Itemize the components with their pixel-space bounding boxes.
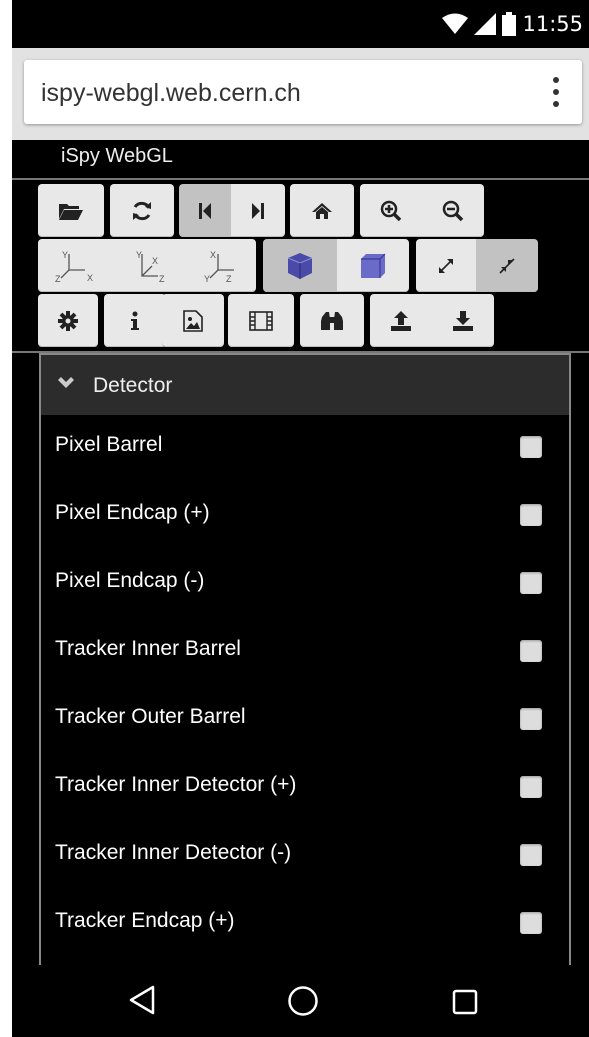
- binoculars-icon: [321, 311, 343, 330]
- detector-item-checkbox[interactable]: [520, 708, 542, 730]
- export-image-button[interactable]: [162, 294, 224, 347]
- perspective-cube-icon: [287, 252, 313, 279]
- toolbar: Y X Z Y X Z X Y Z: [12, 180, 589, 353]
- view-xz-button[interactable]: X Y Z: [184, 239, 256, 292]
- detector-item[interactable]: Tracker Outer Barrel: [41, 687, 569, 755]
- enter-fullscreen-icon: [439, 258, 453, 273]
- detector-item-label: Tracker Inner Detector (+): [55, 773, 297, 796]
- back-icon[interactable]: [128, 985, 156, 1015]
- svg-text:Z: Z: [226, 274, 232, 284]
- detector-item-label: Pixel Barrel: [55, 433, 163, 456]
- system-nav-bar: [12, 965, 589, 1037]
- url-bar[interactable]: ispy-webgl.web.cern.ch: [24, 60, 582, 124]
- chevron-down-icon: [58, 377, 74, 388]
- home-icon: [312, 202, 332, 219]
- detector-item-checkbox[interactable]: [520, 572, 542, 594]
- status-time: 11:55: [522, 12, 583, 36]
- detector-item-checkbox[interactable]: [520, 912, 542, 934]
- detector-item-checkbox[interactable]: [520, 776, 542, 798]
- detector-panel: Detector Pixel Barrel Pixel Endcap (+) P…: [39, 353, 571, 975]
- fullscreen-exit-button[interactable]: [476, 239, 538, 292]
- detector-item-checkbox[interactable]: [520, 436, 542, 458]
- detector-item-checkbox[interactable]: [520, 504, 542, 526]
- view-xz-icon: X Y Z: [204, 250, 234, 284]
- detector-item-checkbox[interactable]: [520, 844, 542, 866]
- upload-icon: [391, 310, 411, 331]
- zoom-in-button[interactable]: [360, 184, 422, 237]
- open-folder-icon: [59, 203, 83, 220]
- home-circle-icon[interactable]: [287, 985, 319, 1017]
- info-icon: [131, 311, 139, 330]
- animation-button[interactable]: [228, 294, 294, 347]
- svg-text:Y: Y: [136, 250, 142, 260]
- zoom-out-button[interactable]: [422, 184, 484, 237]
- svg-text:Y: Y: [204, 274, 210, 284]
- upload-button[interactable]: [370, 294, 432, 347]
- svg-text:X: X: [152, 256, 158, 266]
- image-icon: [183, 309, 203, 332]
- detector-item-label: Pixel Endcap (+): [55, 501, 210, 524]
- zoom-out-icon: [442, 200, 464, 221]
- detector-item-label: Tracker Inner Barrel: [55, 637, 241, 660]
- detector-item[interactable]: Pixel Barrel: [41, 415, 569, 483]
- detector-item[interactable]: Tracker Inner Barrel: [41, 619, 569, 687]
- app-title-bar: iSpy WebGL: [12, 140, 589, 180]
- open-file-button[interactable]: [38, 184, 104, 237]
- browser-toolbar: ispy-webgl.web.cern.ch: [12, 48, 589, 140]
- first-event-icon: [199, 202, 211, 219]
- home-button[interactable]: [290, 184, 354, 237]
- detector-item[interactable]: Tracker Inner Detector (+): [41, 755, 569, 823]
- orthographic-cube-icon: [361, 253, 386, 278]
- detector-item-label: Tracker Outer Barrel: [55, 705, 246, 728]
- perspective-button[interactable]: [263, 239, 337, 292]
- detector-item-label: Pixel Endcap (-): [55, 569, 205, 592]
- settings-button[interactable]: [38, 294, 98, 347]
- last-event-icon: [252, 202, 264, 219]
- detector-item[interactable]: Tracker Endcap (+): [41, 891, 569, 959]
- view-yz-icon: Y X Z: [136, 250, 165, 284]
- svg-text:X: X: [210, 250, 216, 260]
- recents-icon[interactable]: [452, 989, 478, 1015]
- battery-icon: [502, 12, 517, 36]
- wifi-icon: [442, 13, 469, 34]
- reload-button[interactable]: [110, 184, 174, 237]
- first-event-button[interactable]: [179, 184, 231, 237]
- detector-item[interactable]: Pixel Endcap (+): [41, 483, 569, 551]
- detector-item-checkbox[interactable]: [520, 640, 542, 662]
- url-text[interactable]: ispy-webgl.web.cern.ch: [41, 79, 301, 108]
- signal-icon: [474, 13, 497, 35]
- svg-text:Z: Z: [159, 274, 165, 284]
- detector-item[interactable]: Pixel Endcap (-): [41, 551, 569, 619]
- more-vert-icon[interactable]: [552, 77, 560, 107]
- film-icon: [249, 310, 273, 331]
- refresh-icon: [133, 201, 151, 220]
- detector-item-label: Tracker Inner Detector (-): [55, 841, 292, 864]
- phone-screen: 11:55 ispy-webgl.web.cern.ch iSpy WebGL: [12, 0, 589, 1037]
- app-title: iSpy WebGL: [61, 145, 173, 167]
- zoom-in-icon: [380, 200, 402, 221]
- view-yx-icon: Y X Z: [55, 250, 93, 284]
- status-bar: 11:55: [12, 0, 589, 48]
- view-yx-button[interactable]: Y X Z: [38, 239, 112, 292]
- detector-item[interactable]: Tracker Inner Detector (-): [41, 823, 569, 891]
- orthographic-button[interactable]: [337, 239, 409, 292]
- download-icon: [453, 310, 473, 331]
- download-button[interactable]: [432, 294, 494, 347]
- detector-item-label: Tracker Endcap (+): [55, 909, 235, 932]
- detector-panel-header[interactable]: Detector: [41, 355, 569, 415]
- info-button[interactable]: [104, 294, 166, 347]
- fullscreen-enter-button[interactable]: [416, 239, 476, 292]
- svg-text:X: X: [87, 273, 93, 283]
- exit-fullscreen-icon: [499, 257, 515, 274]
- view-yz-button[interactable]: Y X Z: [112, 239, 184, 292]
- svg-text:Y: Y: [62, 250, 68, 260]
- last-event-button[interactable]: [231, 184, 285, 237]
- search-view-button[interactable]: [300, 294, 364, 347]
- detector-panel-title: Detector: [93, 374, 173, 397]
- svg-text:Z: Z: [55, 274, 61, 284]
- settings-icon: [58, 310, 78, 331]
